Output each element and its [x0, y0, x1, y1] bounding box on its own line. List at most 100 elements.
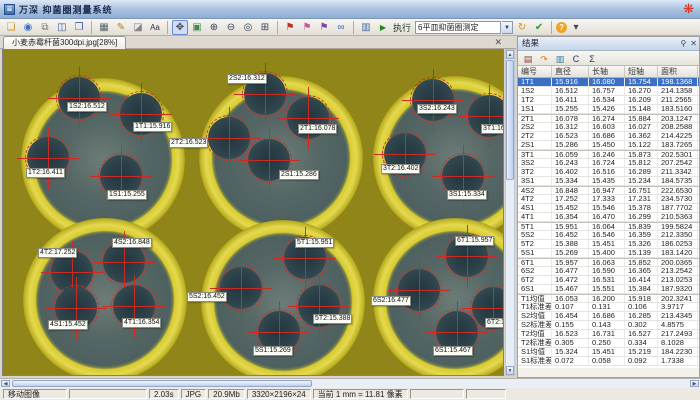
table-row[interactable]: 6T216.47216.53116.414213.0253 — [518, 276, 699, 285]
table-row[interactable]: 3T216.40216.51616.289211.3342 — [518, 168, 699, 177]
zone-crosshair-v — [467, 225, 468, 287]
table-row[interactable]: 4T217.25217.33317.231234.5730 — [518, 195, 699, 204]
summary-row[interactable]: T1均值16.05316.20015.918202.3241 — [518, 294, 699, 303]
cell: S2标准差 — [518, 321, 552, 329]
table-row[interactable]: 2S216.31216.60316.027208.2588 — [518, 123, 699, 132]
table-row[interactable]: 4T116.35416.47016.299210.5363 — [518, 213, 699, 222]
table-row[interactable]: 5T215.38815.45115.326186.0253 — [518, 240, 699, 249]
table-row[interactable]: 1T115.91616.08015.754198.1368 — [518, 78, 699, 87]
sum-statistics-button[interactable]: Σ — [585, 52, 599, 65]
open-image-icon[interactable]: ❏ — [3, 20, 19, 35]
save-icon[interactable]: ◫ — [54, 20, 70, 35]
copy-icon[interactable]: ⧉ — [37, 20, 53, 35]
scroll-left-icon[interactable]: ◀ — [1, 380, 10, 387]
horizontal-scrollbar[interactable]: ◀ ▶ — [0, 378, 700, 388]
run-button-label[interactable]: 执行 — [393, 21, 411, 34]
panel-close-icon[interactable]: ✕ — [690, 37, 697, 50]
method-dropdown-icon[interactable]: ▼ — [502, 21, 513, 34]
table-row[interactable]: 1S216.51216.75716.270214.1358 — [518, 87, 699, 96]
image-tab[interactable]: 小麦赤霉杆菌300dpi.jpg[28%] — [3, 36, 126, 49]
summary-row[interactable]: T1标准差0.1070.1310.1063.9717 — [518, 303, 699, 312]
text-label-icon[interactable]: Aa — [147, 20, 163, 35]
calibrate-flag-icon[interactable]: ⚑ — [282, 20, 298, 35]
save-all-icon[interactable]: ❒ — [71, 20, 87, 35]
table-row[interactable]: 5T115.95116.06415.839199.5824 — [518, 222, 699, 231]
status-segment-3: 3320×2196×24 — [247, 389, 311, 399]
cell: 15.269 — [552, 249, 589, 257]
cell: 6S1 — [518, 285, 552, 293]
zone-label-3T1: 3T1:16.059 — [481, 124, 504, 134]
scroll-down-icon[interactable]: ▼ — [506, 366, 514, 375]
cell: 16.546 — [589, 231, 625, 239]
more-dropdown-icon[interactable]: ▾ — [568, 20, 584, 35]
image-view-icon[interactable]: ▣ — [189, 20, 205, 35]
vertical-scroll-thumb[interactable] — [506, 60, 514, 180]
table-row[interactable]: 6S115.46715.55115.384187.9320 — [518, 285, 699, 294]
clear-results-button[interactable]: C — [569, 52, 583, 65]
pan-hand-icon[interactable]: ✥ — [172, 20, 188, 35]
image-canvas[interactable]: 1S2:16.5121T1:15.9161T2:16.4111S1:15.255… — [2, 49, 504, 376]
recalc-icon[interactable]: ↻ — [514, 20, 530, 35]
zone-crosshair-v — [265, 63, 266, 125]
cell: 15.452 — [552, 204, 589, 212]
summary-row[interactable]: S2标准差0.1550.1430.3024.8575 — [518, 321, 699, 330]
table-row[interactable]: 5S216.45216.54616.359212.3350 — [518, 231, 699, 240]
method-select[interactable]: 6平皿抑菌圈测定 — [415, 21, 501, 34]
scroll-up-icon[interactable]: ▲ — [506, 50, 514, 59]
pin-icon[interactable]: ⚲ — [680, 37, 686, 50]
chart-result-icon[interactable]: ▥ — [553, 52, 567, 65]
table-row[interactable]: 3S216.24316.72415.812207.2542 — [518, 159, 699, 168]
zone-label-1T2: 1T2:16.411 — [26, 168, 65, 178]
mark-flag-icon[interactable]: ⚑ — [316, 20, 332, 35]
table-row[interactable]: 3T116.05916.24615.873202.5301 — [518, 150, 699, 159]
cell: 5S2 — [518, 231, 552, 239]
summary-row[interactable]: S1均值15.32415.45115.219184.2230 — [518, 348, 699, 357]
link-scale-icon[interactable]: ∞ — [333, 20, 349, 35]
eraser-icon[interactable]: ◪ — [130, 20, 146, 35]
zone-label-4T2: 4T2:17.252 — [38, 248, 77, 258]
cell: 15.918 — [625, 295, 658, 302]
table-row[interactable]: 1S115.25515.42615.148183.5160 — [518, 105, 699, 114]
canvas-vertical-scrollbar[interactable]: ▲ ▼ — [505, 49, 515, 376]
measure-flag-icon[interactable]: ⚑ — [299, 20, 315, 35]
cell: 0.155 — [552, 321, 589, 329]
horizontal-scroll-thumb[interactable] — [12, 380, 312, 387]
zoom-fit-icon[interactable]: ⊞ — [257, 20, 273, 35]
run-button-icon[interactable]: ▶ — [375, 20, 391, 35]
column-header-3: 短轴 — [625, 66, 658, 77]
table-row[interactable]: 1T216.41116.53416.209211.2565 — [518, 96, 699, 105]
zoom-out-icon[interactable]: ⊖ — [223, 20, 239, 35]
apply-check-icon[interactable]: ✔ — [531, 20, 547, 35]
table-row[interactable]: 5S115.26915.40015.139183.1420 — [518, 249, 699, 258]
summary-row[interactable]: S1标准差0.0720.0580.0921.7338 — [518, 357, 699, 366]
table-row[interactable]: 4S115.45215.54615.378187.7702 — [518, 204, 699, 213]
table-row[interactable]: 6S216.47716.59016.365213.2542 — [518, 267, 699, 276]
batch-monitor-icon[interactable]: ▥ — [358, 20, 374, 35]
table-row[interactable]: 3S115.33415.43515.234184.5735 — [518, 177, 699, 186]
results-table-header: 编号直径长轴短轴面积 — [518, 66, 699, 78]
export-report-icon[interactable]: ▤ — [521, 52, 535, 65]
summary-row[interactable]: T2均值16.52316.73116.527217.2493 — [518, 330, 699, 339]
table-row[interactable]: 4S216.84816.94716.751222.6530 — [518, 186, 699, 195]
scroll-right-icon[interactable]: ▶ — [690, 380, 699, 387]
table-row[interactable]: 2T116.07816.27415.884203.1247 — [518, 114, 699, 123]
print-icon[interactable]: ▦ — [96, 20, 112, 35]
app-logo-icon: ❋ — [683, 1, 694, 17]
cell: 207.2542 — [658, 159, 698, 167]
zoom-window-icon[interactable]: ◎ — [240, 20, 256, 35]
zone-crosshair-v — [433, 69, 434, 131]
pencil-annotate-icon[interactable]: ✎ — [113, 20, 129, 35]
window-system-icon[interactable]: ≣ — [4, 4, 15, 15]
summary-row[interactable]: T2标准差0.3050.2500.3348.1028 — [518, 339, 699, 348]
summary-row[interactable]: S2均值16.45416.68616.285213.4345 — [518, 312, 699, 321]
camera-acquire-icon[interactable]: ◉ — [20, 20, 36, 35]
table-row[interactable]: 6T115.95716.06315.852200.0365 — [518, 258, 699, 267]
table-row[interactable]: 2T216.52316.68616.362214.4225 — [518, 132, 699, 141]
zoom-in-icon[interactable]: ⊕ — [206, 20, 222, 35]
cell: 15.219 — [625, 348, 658, 356]
table-row[interactable]: 2S115.28615.45015.122183.7265 — [518, 141, 699, 150]
undo-result-icon[interactable]: ↷ — [537, 52, 551, 65]
cell: 16.534 — [589, 96, 625, 104]
help-icon[interactable]: ? — [556, 22, 567, 33]
tab-close-icon[interactable]: ✕ — [494, 37, 502, 48]
